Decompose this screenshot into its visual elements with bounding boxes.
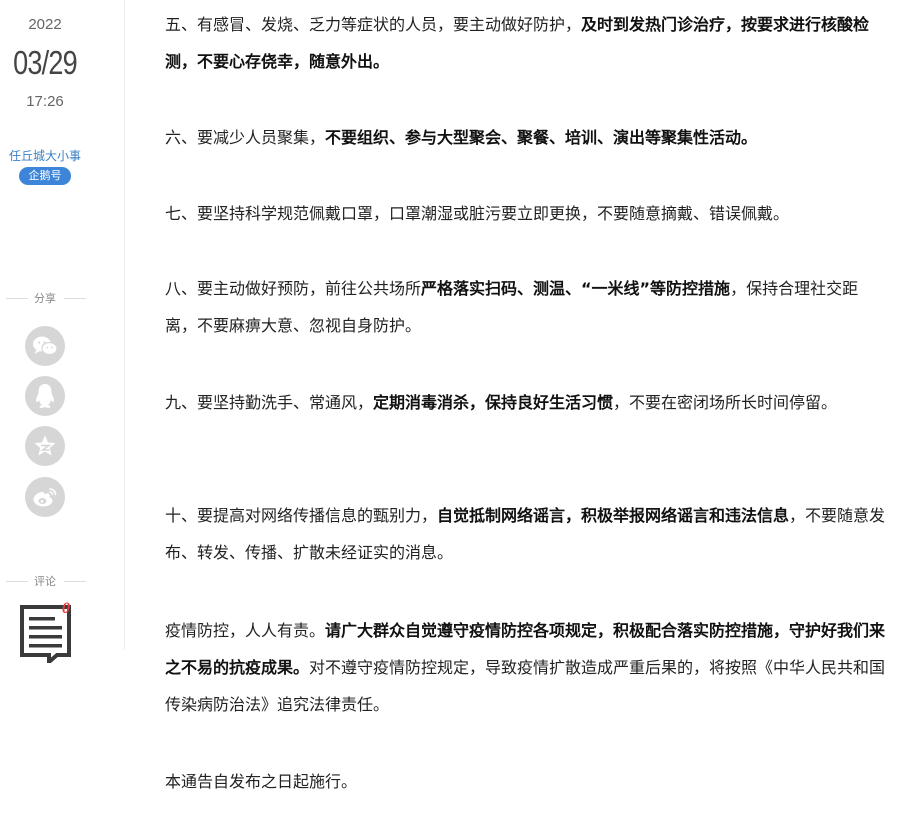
publish-date: 03/29 — [13, 44, 77, 81]
comment-count[interactable]: 0 — [62, 600, 70, 618]
qq-icon — [35, 384, 55, 408]
weibo-icon — [33, 488, 57, 507]
share-weibo-button[interactable] — [25, 477, 65, 517]
wechat-icon — [33, 336, 58, 356]
left-rail: 2022 03/29 17:26 任丘城大小事 企鹅号 分享 评论 0 — [0, 0, 125, 819]
share-qzone-button[interactable] — [25, 426, 65, 466]
paragraph-9: 九、要坚持勤洗手、常通风，定期消毒消杀，保持良好生活习惯，不要在密闭场所长时间停… — [165, 393, 838, 412]
share-label: 分享 — [0, 290, 90, 306]
author-link[interactable]: 任丘城大小事 — [0, 147, 90, 164]
rail-divider — [124, 0, 125, 650]
share-wechat-button[interactable] — [25, 326, 65, 366]
share-qq-button[interactable] — [25, 376, 65, 416]
paragraph-7: 七、要坚持科学规范佩戴口罩，口罩潮湿或脏污要立即更换，不要随意摘戴、错误佩戴。 — [165, 204, 790, 223]
paragraph-8: 八、要主动做好预防，前往公共场所严格落实扫码、测温、“一米线”等防控措施，保持合… — [165, 279, 859, 335]
publish-year: 2022 — [28, 16, 62, 33]
author-badge[interactable]: 企鹅号 — [19, 167, 71, 185]
paragraph-12: 本通告自发布之日起施行。 — [165, 772, 358, 791]
paragraph-5: 五、有感冒、发烧、乏力等症状的人员，要主动做好防护，及时到发热门诊治疗，按要求进… — [165, 15, 870, 71]
comment-label: 评论 — [0, 573, 90, 589]
paragraph-11: 疫情防控，人人有责。请广大群众自觉遵守疫情防控各项规定，积极配合落实防控措施，守… — [165, 621, 886, 714]
paragraph-6: 六、要减少人员聚集，不要组织、参与大型聚会、聚餐、培训、演出等聚集性活动。 — [165, 128, 758, 147]
paragraph-10: 十、要提高对网络传播信息的甄别力，自觉抵制网络谣言，积极举报网络谣言和违法信息，… — [165, 506, 886, 562]
publish-time: 17:26 — [26, 93, 64, 110]
qzone-icon — [34, 435, 56, 456]
